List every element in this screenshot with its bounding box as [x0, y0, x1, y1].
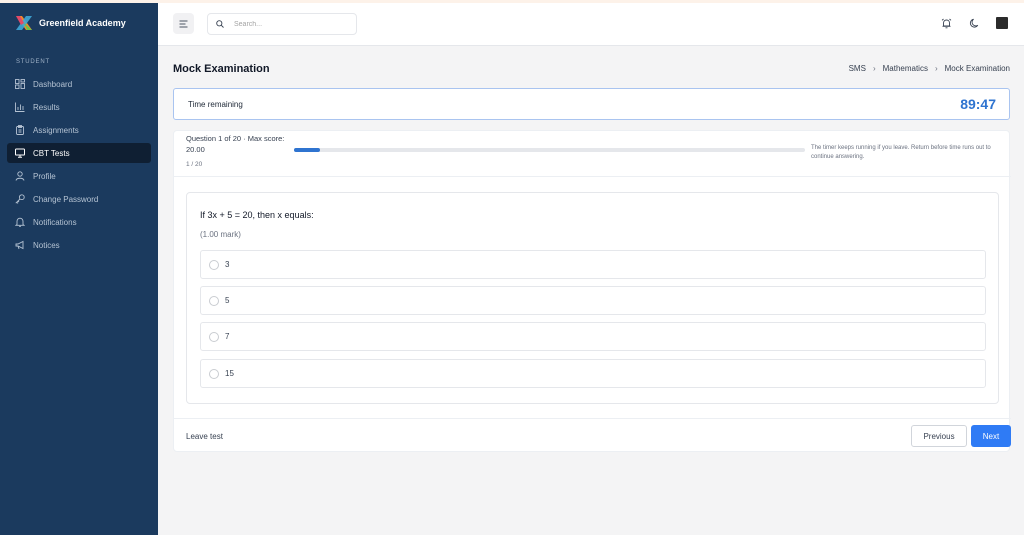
avatar[interactable] — [996, 17, 1008, 29]
answer-option[interactable]: 3 — [200, 250, 986, 279]
progress-row: Question 1 of 20 · Max score: 20.00 1 / … — [174, 131, 1011, 177]
progress-bar — [294, 148, 805, 152]
radio-button[interactable] — [209, 259, 219, 270]
answer-option[interactable]: 5 — [200, 286, 986, 315]
clipboard-icon — [15, 125, 25, 135]
alarm-icon[interactable] — [940, 17, 952, 29]
sidebar-item-results[interactable]: Results — [7, 97, 151, 117]
sidebar-item-cbt-tests[interactable]: CBT Tests — [7, 143, 151, 163]
sidebar-item-label: Profile — [33, 171, 56, 181]
timer-value: 89:47 — [960, 96, 996, 112]
sidebar-item-notifications[interactable]: Notifications — [7, 212, 151, 232]
moon-icon[interactable] — [968, 17, 980, 29]
sidebar-item-change-password[interactable]: Change Password — [7, 189, 151, 209]
breadcrumb-item-sms[interactable]: SMS — [849, 64, 866, 73]
hamburger-icon — [179, 20, 188, 27]
chevron-right-icon: › — [872, 64, 876, 73]
megaphone-icon — [15, 240, 25, 250]
radio-button[interactable] — [209, 368, 219, 379]
sidebar-item-label: Notices — [33, 240, 60, 250]
dashboard-icon — [15, 79, 25, 89]
sidebar-item-profile[interactable]: Profile — [7, 166, 151, 186]
user-icon — [15, 171, 25, 181]
answer-option[interactable]: 15 — [200, 359, 986, 388]
bell-icon — [15, 217, 25, 227]
menu-toggle-button[interactable] — [173, 13, 194, 34]
search-icon — [216, 20, 224, 28]
header-actions — [924, 17, 1008, 29]
breadcrumb-item-current: Mock Examination — [944, 64, 1010, 73]
key-icon — [15, 194, 25, 204]
sidebar-item-notices[interactable]: Notices — [7, 235, 151, 255]
leave-test-link[interactable]: Leave test — [186, 432, 223, 441]
card-footer: Leave test Previous Next — [174, 418, 1011, 453]
question-text: If 3x + 5 = 20, then x equals: — [200, 210, 314, 220]
question-mark: (1.00 mark) — [200, 230, 241, 239]
answer-option[interactable]: 7 — [200, 322, 986, 351]
radio-button[interactable] — [209, 331, 219, 342]
bar-chart-icon — [15, 102, 25, 112]
sidebar-item-label: Assignments — [33, 125, 79, 135]
sidebar-section-label: STUDENT — [16, 59, 50, 65]
timer-label: Time remaining — [188, 100, 243, 109]
sidebar-item-label: Change Password — [33, 194, 99, 204]
breadcrumb-item-mathematics[interactable]: Mathematics — [883, 64, 928, 73]
timer-notice: The timer keeps running if you leave. Re… — [811, 145, 991, 160]
progress-bar-fill — [294, 148, 320, 152]
radio-button[interactable] — [209, 295, 219, 306]
monitor-icon — [15, 148, 25, 158]
sidebar-item-dashboard[interactable]: Dashboard — [7, 74, 151, 94]
answer-option-label: 3 — [225, 260, 230, 269]
sidebar-nav: Dashboard Results Assignments CBT Tests … — [0, 74, 158, 255]
sidebar-item-label: Dashboard — [33, 79, 73, 89]
answer-option-label: 15 — [225, 369, 234, 378]
question-meta: Question 1 of 20 · Max score: 20.00 — [186, 134, 285, 154]
previous-button[interactable]: Previous — [911, 425, 967, 447]
top-header — [158, 3, 1024, 46]
brand-name: Greenfield Academy — [39, 18, 126, 28]
sidebar-item-assignments[interactable]: Assignments — [7, 120, 151, 140]
timer-panel: Time remaining 89:47 — [173, 88, 1010, 120]
breadcrumb: SMS › Mathematics › Mock Examination — [849, 64, 1010, 73]
brand[interactable]: Greenfield Academy — [0, 3, 158, 43]
academy-logo-icon — [16, 16, 32, 30]
page-title: Mock Examination — [173, 63, 270, 75]
question-card: Question 1 of 20 · Max score: 20.00 1 / … — [173, 130, 1011, 453]
sidebar-item-label: Notifications — [33, 217, 77, 227]
main-content: Mock Examination SMS › Mathematics › Moc… — [158, 46, 1024, 535]
sidebar-item-label: Results — [33, 102, 60, 112]
question-box: If 3x + 5 = 20, then x equals: (1.00 mar… — [186, 192, 999, 404]
answer-option-label: 7 — [225, 332, 230, 341]
next-button[interactable]: Next — [971, 425, 1011, 447]
search-box[interactable] — [207, 13, 357, 35]
chevron-right-icon: › — [934, 64, 938, 73]
sidebar-item-label: CBT Tests — [33, 148, 70, 158]
search-input[interactable] — [234, 20, 344, 28]
answer-option-label: 5 — [225, 296, 230, 305]
question-count: 1 / 20 — [186, 161, 203, 168]
sidebar: Greenfield Academy STUDENT Dashboard Res… — [0, 3, 158, 535]
